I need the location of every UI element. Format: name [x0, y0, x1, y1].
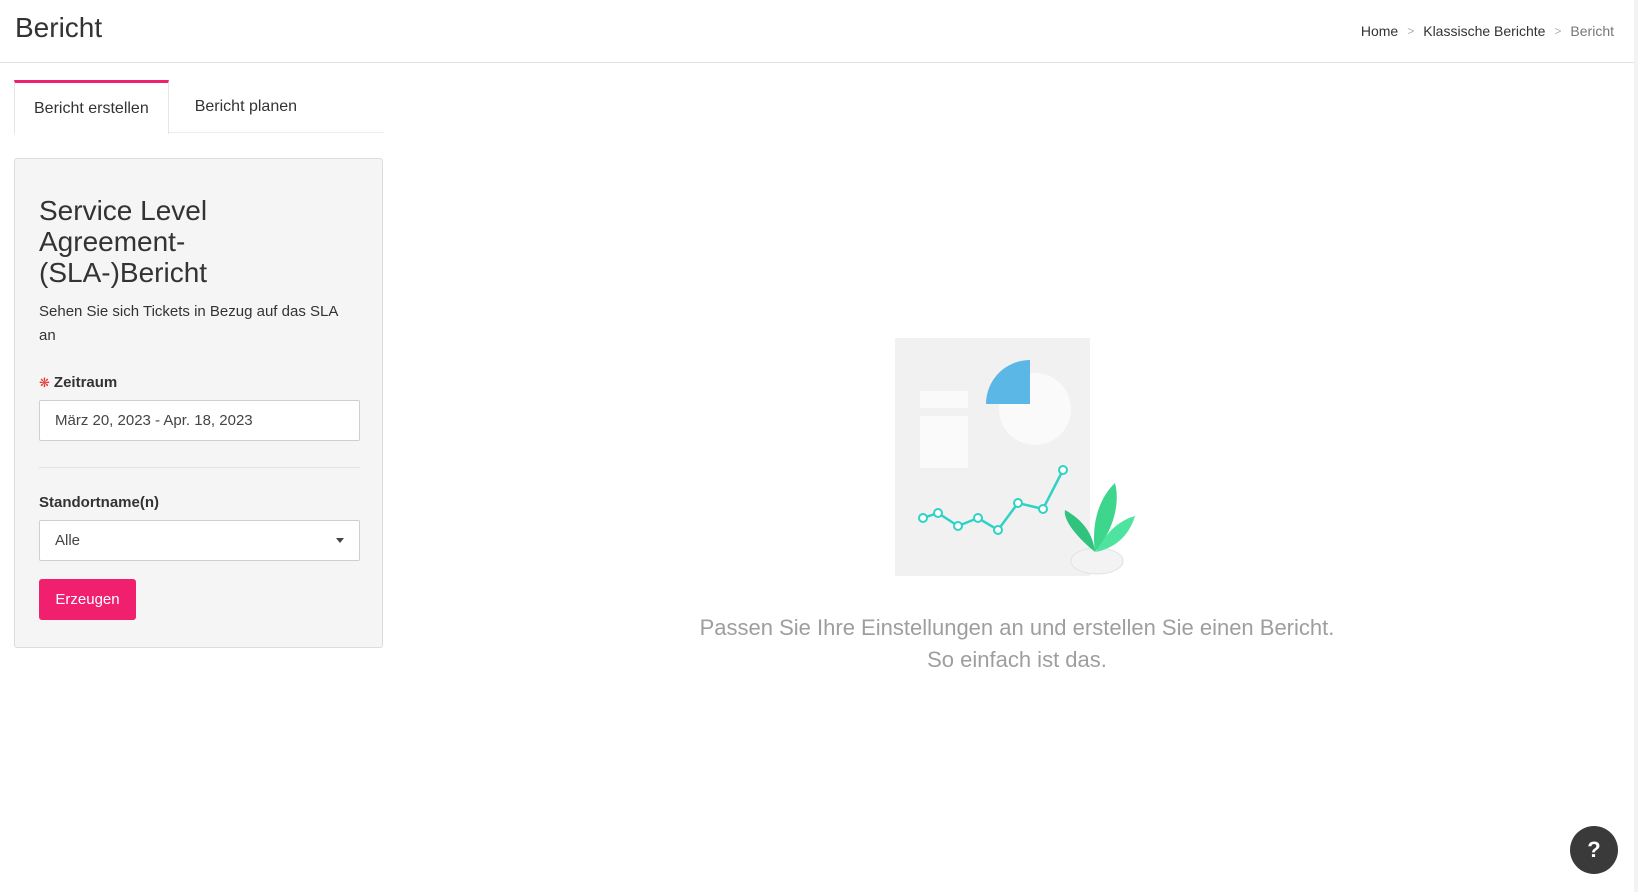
tab-bar: Bericht erstellen Bericht planen: [14, 80, 384, 134]
date-range-value: März 20, 2023 - Apr. 18, 2023: [55, 412, 253, 429]
period-label-text: Zeitraum: [53, 374, 118, 391]
divider: [39, 467, 360, 468]
breadcrumb-separator: >: [1407, 24, 1415, 38]
scrollbar-track[interactable]: [1634, 0, 1638, 892]
breadcrumb-current: Bericht: [1570, 23, 1614, 39]
help-button[interactable]: ?: [1570, 826, 1618, 874]
breadcrumb-separator: >: [1554, 24, 1562, 38]
report-title: Service Level Agreement-(SLA-)Bericht: [39, 195, 208, 288]
date-range-input[interactable]: März 20, 2023 - Apr. 18, 2023: [39, 400, 360, 441]
placeholder-bar: [920, 391, 968, 408]
page-title: Bericht: [15, 12, 103, 43]
tab-schedule-report[interactable]: Bericht planen: [169, 80, 316, 133]
breadcrumb: Home > Klassische Berichte > Bericht: [1361, 23, 1614, 39]
empty-state-line1: Passen Sie Ihre Einstellungen an und ers…: [699, 615, 1335, 640]
location-label-text: Standortname(n): [39, 494, 159, 511]
plant-pot-icon: [1070, 547, 1124, 575]
required-asterisk-icon: ❋: [39, 374, 50, 390]
breadcrumb-home[interactable]: Home: [1361, 23, 1398, 39]
tab-create-report[interactable]: Bericht erstellen: [14, 80, 169, 134]
location-select[interactable]: Alle: [39, 520, 360, 561]
report-settings-panel: Service Level Agreement-(SLA-)Bericht Se…: [14, 158, 383, 648]
placeholder-block: [920, 416, 968, 468]
empty-report-illustration: [895, 338, 1135, 576]
location-select-value: Alle: [55, 532, 81, 549]
location-label: Standortname(n): [39, 494, 358, 511]
period-label: ❋ Zeitraum: [39, 374, 358, 391]
generate-button[interactable]: Erzeugen: [39, 579, 136, 620]
top-bar: Bericht Home > Klassische Berichte > Ber…: [0, 0, 1634, 63]
report-description: Sehen Sie sich Tickets in Bezug auf das …: [39, 303, 338, 344]
caret-down-icon: [336, 538, 344, 543]
empty-state-line2: So einfach ist das.: [927, 647, 1107, 672]
breadcrumb-classic-reports[interactable]: Klassische Berichte: [1423, 23, 1545, 39]
empty-state-message: Passen Sie Ihre Einstellungen an und ers…: [650, 612, 1384, 676]
